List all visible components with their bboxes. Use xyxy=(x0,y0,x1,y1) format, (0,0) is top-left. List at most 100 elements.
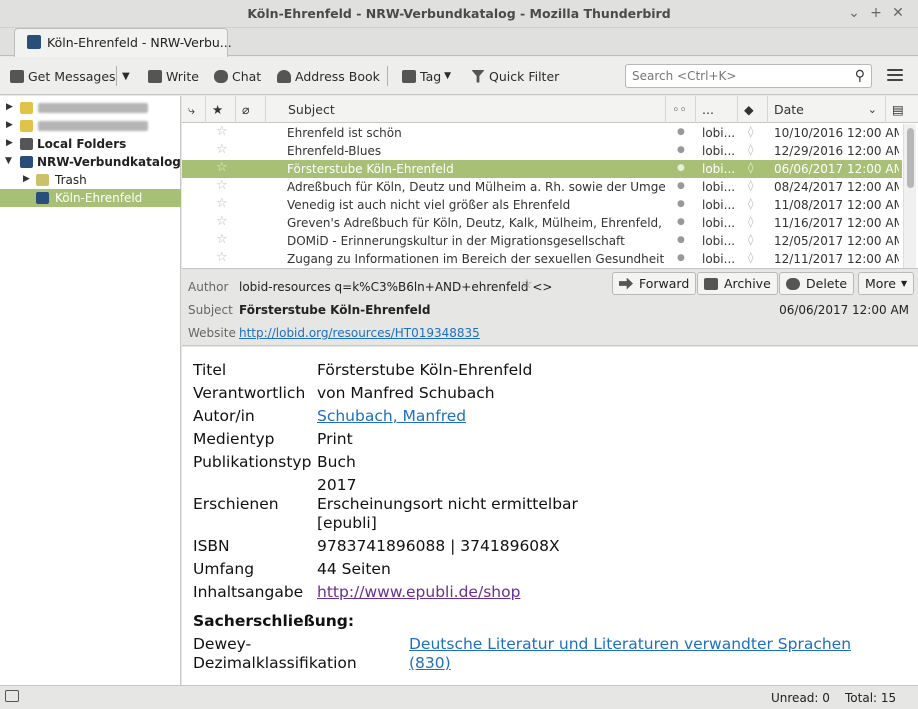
star-icon[interactable]: ☆ xyxy=(216,124,230,139)
star-icon[interactable]: ☆ xyxy=(216,232,230,247)
star-icon[interactable]: ☆ xyxy=(216,142,230,157)
expand-arrow-icon[interactable]: ▶ xyxy=(6,102,13,112)
junk-status-icon[interactable]: ◊ xyxy=(748,125,758,138)
message-row[interactable]: ☆ Zugang zu Informationen im Bereich der… xyxy=(182,250,902,268)
expand-arrow-icon[interactable]: ▶ xyxy=(6,138,13,148)
junk-column-icon[interactable]: ◆ xyxy=(738,96,768,123)
message-row[interactable]: ☆ Ehrenfeld-Blues ● lobi... ◊ 12/29/2016… xyxy=(182,142,902,160)
minimize-button[interactable]: ⌄ xyxy=(846,5,862,21)
local-folders-icon xyxy=(20,138,33,150)
star-column-icon[interactable]: ★ xyxy=(206,96,236,123)
read-status-icon[interactable]: ● xyxy=(677,181,685,191)
search-box[interactable]: ⚲ xyxy=(625,64,872,88)
junk-status-icon[interactable]: ◊ xyxy=(748,251,758,264)
quick-filter-button[interactable]: Quick Filter xyxy=(471,67,559,85)
read-status-icon[interactable]: ● xyxy=(677,217,685,227)
column-picker-icon[interactable]: ▤ xyxy=(886,96,918,123)
expand-arrow-icon[interactable]: ▶ xyxy=(6,120,13,130)
delete-button[interactable]: Delete xyxy=(779,272,855,295)
inhalt-link[interactable]: http://www.epubli.de/shop xyxy=(317,583,520,601)
search-input[interactable] xyxy=(632,68,842,84)
get-messages-button[interactable]: Get Messages xyxy=(10,67,116,85)
star-icon[interactable]: ☆ xyxy=(216,178,230,193)
message-subject: Ehrenfeld-Blues xyxy=(287,144,382,158)
website-link[interactable]: http://lobid.org/resources/HT019348835 xyxy=(239,326,480,340)
app-menu-icon[interactable] xyxy=(887,69,903,84)
read-status-icon[interactable]: ● xyxy=(677,199,685,209)
dewey-link-code[interactable]: (830) xyxy=(409,654,451,672)
scrollbar-thumb[interactable] xyxy=(907,128,914,188)
read-status-icon[interactable]: ● xyxy=(677,235,685,245)
author-link[interactable]: Schubach, Manfred xyxy=(317,407,466,425)
toolbar-separator xyxy=(116,66,117,86)
folder-account-1[interactable]: ▶ xyxy=(0,99,181,117)
more-button[interactable]: More ▼ xyxy=(858,272,915,295)
main-toolbar: Get Messages ▼ Write Chat Address Book T… xyxy=(0,57,918,95)
network-status-icon[interactable] xyxy=(5,690,19,702)
folder-trash[interactable]: ▶ Trash xyxy=(0,171,181,189)
message-row[interactable]: ☆ Venedig ist auch nicht viel größer als… xyxy=(182,196,902,214)
forward-button[interactable]: Forward xyxy=(612,272,697,295)
thread-column-icon[interactable]: ⤷ xyxy=(182,96,206,123)
expand-arrow-icon[interactable]: ▶ xyxy=(23,174,30,184)
address-book-button[interactable]: Address Book xyxy=(277,67,380,85)
field-label: Umfang xyxy=(193,560,255,578)
search-icon[interactable]: ⚲ xyxy=(855,68,865,84)
toolbar-separator xyxy=(387,66,388,86)
read-status-icon[interactable]: ● xyxy=(677,127,685,137)
junk-status-icon[interactable]: ◊ xyxy=(748,143,758,156)
star-icon[interactable]: ☆ xyxy=(216,214,230,229)
collapse-arrow-icon[interactable]: ▼ xyxy=(5,156,12,166)
redacted-account-name xyxy=(38,121,148,131)
write-button[interactable]: Write xyxy=(148,67,199,85)
attachment-column-icon[interactable]: ⌀ xyxy=(236,96,266,123)
folder-nrw-verbundkatalog[interactable]: ▼ NRW-Verbundkatalog xyxy=(0,153,181,171)
junk-status-icon[interactable]: ◊ xyxy=(748,215,758,228)
folder-local-folders[interactable]: ▶ Local Folders xyxy=(0,135,181,153)
tag-icon xyxy=(402,69,416,83)
star-icon[interactable]: ☆ xyxy=(521,277,533,292)
total-count: Total: 15 xyxy=(845,691,897,705)
sort-chevron-icon: ⌄ xyxy=(867,103,877,116)
junk-status-icon[interactable]: ◊ xyxy=(748,197,758,210)
read-status-icon[interactable]: ● xyxy=(677,253,685,263)
message-row[interactable]: ☆ DOMiD - Erinnerungskultur in der Migra… xyxy=(182,232,902,250)
star-icon[interactable]: ☆ xyxy=(216,160,230,175)
column-date[interactable]: Date ⌄ xyxy=(768,96,886,123)
field-value: Print xyxy=(317,430,353,448)
dewey-link[interactable]: Deutsche Literatur und Literaturen verwa… xyxy=(409,635,851,653)
chat-button[interactable]: Chat xyxy=(214,67,261,85)
get-messages-dropdown[interactable]: ▼ xyxy=(122,67,130,85)
star-icon[interactable]: ☆ xyxy=(216,196,230,211)
star-icon[interactable]: ☆ xyxy=(216,250,230,265)
tag-button[interactable]: Tag ▼ xyxy=(402,67,451,85)
quick-filter-label: Quick Filter xyxy=(489,68,560,84)
archive-button[interactable]: Archive xyxy=(697,272,778,295)
person-icon xyxy=(277,69,291,83)
column-correspondents[interactable]: ... xyxy=(696,96,738,123)
message-from: lobi... xyxy=(702,198,734,212)
read-column-icon[interactable]: ◦◦ xyxy=(666,96,696,123)
read-status-icon[interactable]: ● xyxy=(677,163,685,173)
read-status-icon[interactable]: ● xyxy=(677,145,685,155)
junk-status-icon[interactable]: ◊ xyxy=(748,179,758,192)
field-value: Försterstube Köln-Ehrenfeld xyxy=(317,361,533,379)
folder-koeln-ehrenfeld[interactable]: Köln-Ehrenfeld xyxy=(0,189,181,207)
message-list-scrollbar[interactable] xyxy=(903,124,916,268)
close-window-button[interactable]: ✕ xyxy=(890,5,906,21)
field-label: ISBN xyxy=(193,537,230,555)
junk-status-icon[interactable]: ◊ xyxy=(748,161,758,174)
column-subject[interactable]: Subject xyxy=(266,96,666,123)
message-row[interactable]: ☆ Adreßbuch für Köln, Deutz und Mülheim … xyxy=(182,178,902,196)
junk-status-icon[interactable]: ◊ xyxy=(748,233,758,246)
author-value[interactable]: lobid-resources q=k%C3%B6ln+AND+ehrenfel… xyxy=(239,280,552,294)
tab-koeln-ehrenfeld[interactable]: Köln-Ehrenfeld - NRW-Verbu... xyxy=(14,28,232,57)
forward-label: Forward xyxy=(639,276,690,291)
status-bar: Unread: 0 Total: 15 xyxy=(0,685,918,709)
message-row-selected[interactable]: ☆ Försterstube Köln-Ehrenfeld ● lobi... … xyxy=(182,160,902,178)
message-from: lobi... xyxy=(702,162,734,176)
folder-account-2[interactable]: ▶ xyxy=(0,117,181,135)
message-row[interactable]: ☆ Greven's Adreßbuch für Köln, Deutz, Ka… xyxy=(182,214,902,232)
message-row[interactable]: ☆ Ehrenfeld ist schön ● lobi... ◊ 10/10/… xyxy=(182,124,902,142)
maximize-button[interactable]: + xyxy=(868,5,884,21)
